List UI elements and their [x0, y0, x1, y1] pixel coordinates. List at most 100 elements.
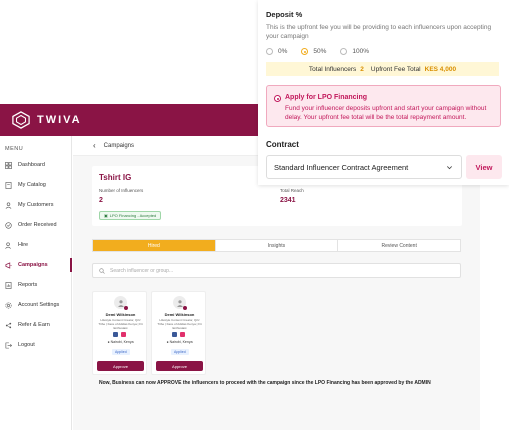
sidebar-item-account-settings[interactable]: Account Settings: [0, 298, 72, 312]
reports-icon: [5, 281, 12, 289]
instagram-icon[interactable]: [121, 332, 126, 337]
sidebar-item-label: Logout: [18, 342, 35, 348]
facebook-icon[interactable]: [113, 332, 118, 337]
sidebar-item-label: Order Received: [18, 222, 57, 228]
share-icon: [5, 322, 12, 329]
location-text: Nairobi, Kenya: [169, 340, 193, 344]
sidebar-item-dashboard[interactable]: Dashboard: [0, 158, 72, 172]
influencer-name: Demi Wilkinson: [105, 312, 136, 317]
total-influencers-value: 2: [360, 65, 364, 73]
twiva-logo-icon: [12, 111, 30, 129]
influencer-location: ● Nairobi, Kenya: [93, 340, 148, 344]
radio-label: 50%: [313, 48, 327, 55]
influencer-description: Lifestyle Content Creator, Qrtz Tribe | …: [98, 318, 143, 330]
lpo-description: Fund your influencer deposits upfront an…: [285, 105, 487, 121]
sidebar-item-order-received[interactable]: Order Received: [0, 218, 72, 232]
total-reach-value: 2341: [280, 197, 296, 204]
sidebar-item-label: Refer & Earn: [18, 322, 50, 328]
influencers-count-label: Number of Influencers: [99, 188, 144, 193]
influencer-card: Demi Wilkinson Lifestyle Content Creator…: [92, 291, 147, 375]
contract-selected-value: Standard Influencer Contract Agreement: [274, 162, 409, 172]
search-input[interactable]: Search influencer or group...: [92, 263, 461, 278]
users-icon: [5, 201, 12, 209]
view-contract-button[interactable]: View: [466, 155, 502, 179]
influencer-card: Demi Wilkinson Lifestyle Content Creator…: [151, 291, 206, 375]
sidebar-item-label: My Catalog: [18, 182, 46, 188]
sidebar-item-logout[interactable]: Logout: [0, 338, 72, 352]
deposit-option-50[interactable]: 50%: [301, 48, 326, 55]
lpo-title: Apply for LPO Financing: [285, 94, 368, 101]
sidebar-item-my-catalog[interactable]: My Catalog: [0, 178, 72, 192]
user-icon: [117, 299, 124, 307]
sidebar-item-hire[interactable]: Hire: [0, 238, 72, 252]
instagram-icon[interactable]: [180, 332, 185, 337]
sidebar-item-campaigns[interactable]: Campaigns: [0, 258, 72, 272]
campaign-title: Tshirt IG: [99, 173, 132, 182]
approval-note: Now, Business can now APPROVE the influe…: [99, 380, 431, 386]
deposit-option-100[interactable]: 100%: [340, 48, 369, 55]
tab-review-content[interactable]: Review Content: [338, 240, 460, 251]
sidebar-item-refer-earn[interactable]: Refer & Earn: [0, 318, 72, 332]
deposit-option-0[interactable]: 0%: [266, 48, 287, 55]
totals-bar: Total Influencers 2 Upfront Fee Total KE…: [266, 62, 499, 76]
approve-button[interactable]: Approve: [97, 361, 144, 371]
chevron-down-icon: [447, 166, 452, 170]
influencer-description: Lifestyle Content Creator, Qrtz Tribe | …: [157, 318, 202, 330]
search-icon: [99, 267, 105, 274]
tab-insights[interactable]: Insights: [216, 240, 339, 251]
influencers-count-value: 2: [99, 197, 103, 204]
avatar: [173, 296, 187, 310]
sidebar-item-my-customers[interactable]: My Customers: [0, 198, 72, 212]
radio-selected-icon: [274, 95, 281, 102]
sidebar-item-label: My Customers: [18, 202, 54, 208]
radio-label: 100%: [352, 48, 370, 55]
influencer-location: ● Nairobi, Kenya: [152, 340, 207, 344]
campaign-tabs: Hired Insights Review Content: [92, 239, 461, 252]
social-links: [113, 332, 126, 337]
deposit-title: Deposit %: [266, 10, 303, 19]
location-pin-icon: ●: [166, 340, 169, 344]
status-badge: Applied: [112, 349, 130, 355]
brand-name: TWIVA: [37, 114, 82, 126]
hire-icon: [5, 241, 12, 249]
total-reach-label: Total Reach: [280, 188, 304, 193]
upfront-fee-label: Upfront Fee Total: [370, 65, 421, 73]
social-links: [172, 332, 185, 337]
deposit-options: 0% 50% 100%: [266, 48, 369, 55]
gear-icon: [5, 301, 12, 309]
search-placeholder: Search influencer or group...: [110, 267, 174, 274]
online-dot: [183, 306, 187, 310]
location-pin-icon: ●: [107, 340, 110, 344]
online-dot: [124, 306, 128, 310]
avatar: [114, 296, 128, 310]
sidebar-item-label: Dashboard: [18, 162, 45, 168]
deposit-description: This is the upfront fee you will be prov…: [266, 24, 492, 40]
page-title: Campaigns: [103, 142, 135, 149]
contract-label: Contract: [266, 140, 299, 149]
sidebar-item-label: Account Settings: [18, 302, 60, 308]
grid-icon: [5, 161, 12, 169]
contract-select[interactable]: Standard Influencer Contract Agreement: [266, 155, 462, 179]
radio-icon: [266, 48, 273, 55]
radio-label: 0%: [278, 48, 288, 55]
brand-logo[interactable]: TWIVA: [12, 111, 82, 129]
sidebar-item-reports[interactable]: Reports: [0, 278, 72, 292]
back-chevron-icon[interactable]: ‹: [93, 141, 96, 150]
sidebar-item-label: Reports: [18, 282, 38, 288]
campaign-settings-panel: Deposit % This is the upfront fee you wi…: [258, 0, 509, 185]
order-icon: [5, 221, 12, 229]
total-influencers-label: Total Influencers: [308, 65, 357, 73]
approve-button[interactable]: Approve: [156, 361, 203, 371]
user-icon: [176, 299, 183, 307]
status-badge: ▣ LPO Financing - Accepted: [99, 211, 162, 220]
facebook-icon[interactable]: [172, 332, 177, 337]
sidebar: MENU Dashboard My Catalog My Customers O…: [0, 136, 72, 430]
menu-title: MENU: [5, 146, 24, 152]
radio-selected-icon: [301, 48, 309, 55]
doc-icon: ▣: [104, 213, 108, 218]
tab-hired[interactable]: Hired: [93, 240, 216, 251]
logout-icon: [5, 342, 12, 349]
lpo-financing-option[interactable]: Apply for LPO Financing Fund your influe…: [266, 85, 501, 127]
status-badge: Applied: [171, 349, 189, 355]
sidebar-item-label: Hire: [18, 242, 29, 248]
